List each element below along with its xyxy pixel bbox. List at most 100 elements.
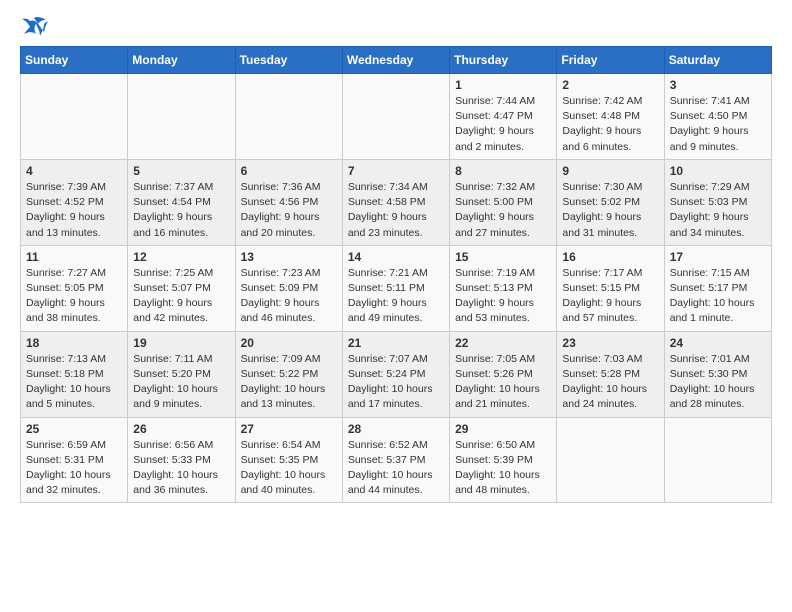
calendar-cell xyxy=(21,74,128,160)
calendar-cell: 11 Sunrise: 7:27 AMSunset: 5:05 PMDayligh… xyxy=(21,245,128,331)
day-number: 28 xyxy=(348,422,444,436)
calendar-cell: 8 Sunrise: 7:32 AMSunset: 5:00 PMDaylight… xyxy=(450,159,557,245)
calendar-cell xyxy=(235,74,342,160)
weekday-header-friday: Friday xyxy=(557,47,664,74)
day-number: 3 xyxy=(670,78,766,92)
calendar-body: 1 Sunrise: 7:44 AMSunset: 4:47 PMDaylight… xyxy=(21,74,772,503)
calendar-cell: 14Sunrise: 7:21 AMSunset: 5:11 PMDayligh… xyxy=(342,245,449,331)
day-info: Sunrise: 7:25 AMSunset: 5:07 PMDaylight:… xyxy=(133,266,229,327)
day-info: Sunrise: 7:03 AMSunset: 5:28 PMDaylight:… xyxy=(562,352,658,413)
day-info: Sunrise: 6:52 AMSunset: 5:37 PMDaylight:… xyxy=(348,438,444,499)
day-info: Sunrise: 7:36 AMSunset: 4:56 PMDaylight:… xyxy=(241,180,337,241)
weekday-header-thursday: Thursday xyxy=(450,47,557,74)
calendar-cell: 27 Sunrise: 6:54 AMSunset: 5:35 PMDayligh… xyxy=(235,417,342,503)
day-info: Sunrise: 7:30 AMSunset: 5:02 PMDaylight:… xyxy=(562,180,658,241)
day-info: Sunrise: 7:17 AMSunset: 5:15 PMDaylight:… xyxy=(562,266,658,327)
calendar-cell: 12 Sunrise: 7:25 AMSunset: 5:07 PMDayligh… xyxy=(128,245,235,331)
day-info: Sunrise: 7:37 AMSunset: 4:54 PMDaylight:… xyxy=(133,180,229,241)
day-info: Sunrise: 6:59 AMSunset: 5:31 PMDaylight:… xyxy=(26,438,122,499)
calendar-cell: 2Sunrise: 7:42 AMSunset: 4:48 PMDaylight… xyxy=(557,74,664,160)
calendar-cell: 24Sunrise: 7:01 AMSunset: 5:30 PMDayligh… xyxy=(664,331,771,417)
day-info: Sunrise: 7:13 AMSunset: 5:18 PMDaylight:… xyxy=(26,352,122,413)
day-number: 18 xyxy=(26,336,122,350)
day-number: 12 xyxy=(133,250,229,264)
day-info: Sunrise: 6:54 AMSunset: 5:35 PMDaylight:… xyxy=(241,438,337,499)
day-info: Sunrise: 7:05 AMSunset: 5:26 PMDaylight:… xyxy=(455,352,551,413)
day-number: 9 xyxy=(562,164,658,178)
logo-icon xyxy=(20,16,48,38)
calendar-cell: 22 Sunrise: 7:05 AMSunset: 5:26 PMDayligh… xyxy=(450,331,557,417)
day-number: 1 xyxy=(455,78,551,92)
day-info: Sunrise: 7:01 AMSunset: 5:30 PMDaylight:… xyxy=(670,352,766,413)
day-info: Sunrise: 7:44 AMSunset: 4:47 PMDaylight:… xyxy=(455,94,551,155)
day-info: Sunrise: 7:11 AMSunset: 5:20 PMDaylight:… xyxy=(133,352,229,413)
day-info: Sunrise: 7:29 AMSunset: 5:03 PMDaylight:… xyxy=(670,180,766,241)
day-info: Sunrise: 7:21 AMSunset: 5:11 PMDaylight:… xyxy=(348,266,444,327)
day-number: 26 xyxy=(133,422,229,436)
calendar-table: SundayMondayTuesdayWednesdayThursdayFrid… xyxy=(20,46,772,503)
calendar-cell xyxy=(128,74,235,160)
calendar-week-3: 11 Sunrise: 7:27 AMSunset: 5:05 PMDayligh… xyxy=(21,245,772,331)
day-number: 23 xyxy=(562,336,658,350)
weekday-header-tuesday: Tuesday xyxy=(235,47,342,74)
day-info: Sunrise: 6:50 AMSunset: 5:39 PMDaylight:… xyxy=(455,438,551,499)
day-info: Sunrise: 6:56 AMSunset: 5:33 PMDaylight:… xyxy=(133,438,229,499)
day-info: Sunrise: 7:41 AMSunset: 4:50 PMDaylight:… xyxy=(670,94,766,155)
calendar-cell: 7 Sunrise: 7:34 AMSunset: 4:58 PMDaylight… xyxy=(342,159,449,245)
day-number: 2 xyxy=(562,78,658,92)
calendar-cell: 15 Sunrise: 7:19 AMSunset: 5:13 PMDayligh… xyxy=(450,245,557,331)
calendar-cell: 19 Sunrise: 7:11 AMSunset: 5:20 PMDayligh… xyxy=(128,331,235,417)
day-info: Sunrise: 7:32 AMSunset: 5:00 PMDaylight:… xyxy=(455,180,551,241)
calendar-cell: 1 Sunrise: 7:44 AMSunset: 4:47 PMDaylight… xyxy=(450,74,557,160)
weekday-header-wednesday: Wednesday xyxy=(342,47,449,74)
day-info: Sunrise: 7:15 AMSunset: 5:17 PMDaylight:… xyxy=(670,266,766,327)
calendar-cell: 16 Sunrise: 7:17 AMSunset: 5:15 PMDayligh… xyxy=(557,245,664,331)
day-number: 6 xyxy=(241,164,337,178)
calendar-cell: 17 Sunrise: 7:15 AMSunset: 5:17 PMDayligh… xyxy=(664,245,771,331)
calendar-cell: 21 Sunrise: 7:07 AMSunset: 5:24 PMDayligh… xyxy=(342,331,449,417)
page-header xyxy=(20,16,772,38)
day-number: 22 xyxy=(455,336,551,350)
day-number: 17 xyxy=(670,250,766,264)
day-number: 4 xyxy=(26,164,122,178)
weekday-header-row: SundayMondayTuesdayWednesdayThursdayFrid… xyxy=(21,47,772,74)
calendar-cell xyxy=(557,417,664,503)
weekday-header-monday: Monday xyxy=(128,47,235,74)
calendar-cell: 13 Sunrise: 7:23 AMSunset: 5:09 PMDayligh… xyxy=(235,245,342,331)
day-info: Sunrise: 7:09 AMSunset: 5:22 PMDaylight:… xyxy=(241,352,337,413)
day-info: Sunrise: 7:07 AMSunset: 5:24 PMDaylight:… xyxy=(348,352,444,413)
day-info: Sunrise: 7:39 AMSunset: 4:52 PMDaylight:… xyxy=(26,180,122,241)
day-number: 13 xyxy=(241,250,337,264)
weekday-header-sunday: Sunday xyxy=(21,47,128,74)
calendar-cell: 29 Sunrise: 6:50 AMSunset: 5:39 PMDayligh… xyxy=(450,417,557,503)
day-info: Sunrise: 7:27 AMSunset: 5:05 PMDaylight:… xyxy=(26,266,122,327)
day-number: 5 xyxy=(133,164,229,178)
calendar-week-4: 18 Sunrise: 7:13 AMSunset: 5:18 PMDayligh… xyxy=(21,331,772,417)
day-number: 20 xyxy=(241,336,337,350)
calendar-cell: 18 Sunrise: 7:13 AMSunset: 5:18 PMDayligh… xyxy=(21,331,128,417)
day-number: 8 xyxy=(455,164,551,178)
calendar-cell: 23 Sunrise: 7:03 AMSunset: 5:28 PMDayligh… xyxy=(557,331,664,417)
calendar-cell: 9 Sunrise: 7:30 AMSunset: 5:02 PMDaylight… xyxy=(557,159,664,245)
day-number: 7 xyxy=(348,164,444,178)
day-info: Sunrise: 7:19 AMSunset: 5:13 PMDaylight:… xyxy=(455,266,551,327)
day-info: Sunrise: 7:23 AMSunset: 5:09 PMDaylight:… xyxy=(241,266,337,327)
day-number: 15 xyxy=(455,250,551,264)
calendar-cell: 3 Sunrise: 7:41 AMSunset: 4:50 PMDaylight… xyxy=(664,74,771,160)
day-number: 19 xyxy=(133,336,229,350)
calendar-week-5: 25Sunrise: 6:59 AMSunset: 5:31 PMDayligh… xyxy=(21,417,772,503)
calendar-cell: 25Sunrise: 6:59 AMSunset: 5:31 PMDayligh… xyxy=(21,417,128,503)
day-number: 10 xyxy=(670,164,766,178)
day-number: 21 xyxy=(348,336,444,350)
day-number: 29 xyxy=(455,422,551,436)
day-info: Sunrise: 7:34 AMSunset: 4:58 PMDaylight:… xyxy=(348,180,444,241)
day-number: 16 xyxy=(562,250,658,264)
calendar-week-2: 4 Sunrise: 7:39 AMSunset: 4:52 PMDaylight… xyxy=(21,159,772,245)
calendar-header: SundayMondayTuesdayWednesdayThursdayFrid… xyxy=(21,47,772,74)
calendar-cell: 28 Sunrise: 6:52 AMSunset: 5:37 PMDayligh… xyxy=(342,417,449,503)
calendar-cell xyxy=(664,417,771,503)
day-number: 27 xyxy=(241,422,337,436)
calendar-cell: 26 Sunrise: 6:56 AMSunset: 5:33 PMDayligh… xyxy=(128,417,235,503)
logo xyxy=(20,16,52,38)
day-number: 11 xyxy=(26,250,122,264)
